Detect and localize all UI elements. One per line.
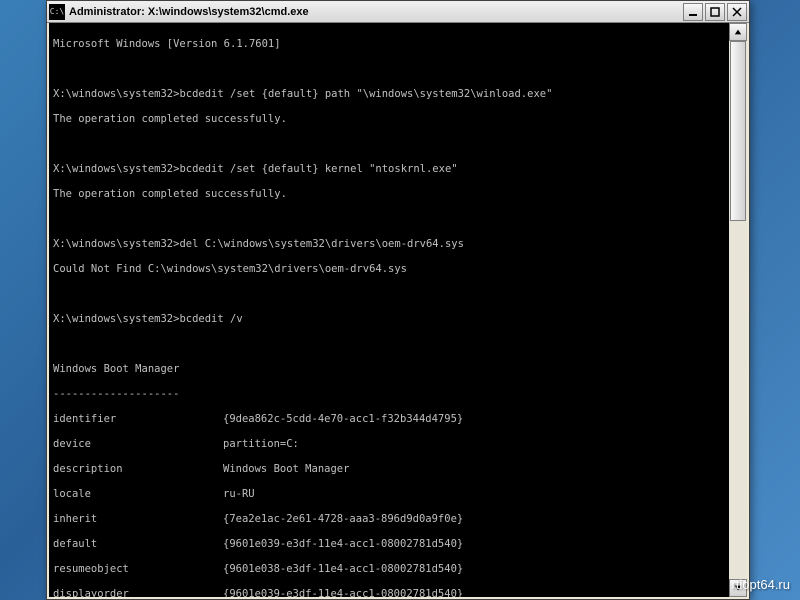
kv-value: Windows Boot Manager bbox=[223, 463, 349, 476]
blank-line bbox=[53, 338, 725, 351]
kv-key: device bbox=[53, 438, 223, 451]
watermark: rtiopt64.ru bbox=[731, 577, 790, 592]
prompt: X:\windows\system32> bbox=[53, 313, 179, 325]
kv-row: localeru-RU bbox=[53, 488, 725, 501]
close-button[interactable] bbox=[727, 3, 747, 21]
kv-key: description bbox=[53, 463, 223, 476]
kv-row: identifier{9dea862c-5cdd-4e70-acc1-f32b3… bbox=[53, 413, 725, 426]
minimize-icon bbox=[688, 7, 698, 17]
kv-key: displayorder bbox=[53, 588, 223, 598]
blank-line bbox=[53, 63, 725, 76]
command-line: X:\windows\system32>bcdedit /set {defaul… bbox=[53, 163, 725, 176]
chevron-up-icon bbox=[734, 28, 742, 36]
command-line: X:\windows\system32>bcdedit /set {defaul… bbox=[53, 88, 725, 101]
output-line: The operation completed successfully. bbox=[53, 113, 725, 126]
kv-value: {9dea862c-5cdd-4e70-acc1-f32b344d4795} bbox=[223, 413, 463, 426]
scroll-up-button[interactable] bbox=[729, 23, 747, 41]
close-icon bbox=[732, 7, 742, 17]
section-title: Windows Boot Manager bbox=[53, 363, 725, 376]
maximize-button[interactable] bbox=[705, 3, 725, 21]
blank-line bbox=[53, 138, 725, 151]
kv-row: default{9601e039-e3df-11e4-acc1-08002781… bbox=[53, 538, 725, 551]
kv-row: displayorder{9601e039-e3df-11e4-acc1-080… bbox=[53, 588, 725, 598]
command-text: del C:\windows\system32\drivers\oem-drv6… bbox=[179, 238, 463, 250]
kv-value: {9601e039-e3df-11e4-acc1-08002781d540} bbox=[223, 538, 463, 551]
kv-key: default bbox=[53, 538, 223, 551]
kv-row: descriptionWindows Boot Manager bbox=[53, 463, 725, 476]
prompt: X:\windows\system32> bbox=[53, 238, 179, 250]
version-line: Microsoft Windows [Version 6.1.7601] bbox=[53, 38, 725, 51]
cmd-window: C:\ Administrator: X:\windows\system32\c… bbox=[46, 0, 750, 600]
kv-key: inherit bbox=[53, 513, 223, 526]
kv-key: locale bbox=[53, 488, 223, 501]
blank-line bbox=[53, 213, 725, 226]
kv-value: {9601e039-e3df-11e4-acc1-08002781d540} bbox=[223, 588, 463, 598]
window-controls bbox=[683, 3, 747, 21]
kv-key: identifier bbox=[53, 413, 223, 426]
prompt: X:\windows\system32> bbox=[53, 163, 179, 175]
command-text: bcdedit /v bbox=[179, 313, 242, 325]
output-line: The operation completed successfully. bbox=[53, 188, 725, 201]
kv-value: {7ea2e1ac-2e61-4728-aaa3-896d9d0a9f0e} bbox=[223, 513, 463, 526]
window-title: Administrator: X:\windows\system32\cmd.e… bbox=[69, 6, 683, 18]
kv-row: resumeobject{9601e038-e3df-11e4-acc1-080… bbox=[53, 563, 725, 576]
command-text: bcdedit /set {default} kernel "ntoskrnl.… bbox=[179, 163, 457, 175]
kv-row: devicepartition=C: bbox=[53, 438, 725, 451]
kv-value: {9601e038-e3df-11e4-acc1-08002781d540} bbox=[223, 563, 463, 576]
maximize-icon bbox=[710, 7, 720, 17]
kv-row: inherit{7ea2e1ac-2e61-4728-aaa3-896d9d0a… bbox=[53, 513, 725, 526]
command-line: X:\windows\system32>bcdedit /v bbox=[53, 313, 725, 326]
prompt: X:\windows\system32> bbox=[53, 88, 179, 100]
scroll-thumb[interactable] bbox=[730, 41, 746, 221]
kv-value: ru-RU bbox=[223, 488, 255, 501]
output-line: Could Not Find C:\windows\system32\drive… bbox=[53, 263, 725, 276]
command-text: bcdedit /set {default} path "\windows\sy… bbox=[179, 88, 552, 100]
section-divider: -------------------- bbox=[53, 388, 725, 401]
titlebar[interactable]: C:\ Administrator: X:\windows\system32\c… bbox=[47, 1, 749, 23]
command-line: X:\windows\system32>del C:\windows\syste… bbox=[53, 238, 725, 251]
terminal[interactable]: Microsoft Windows [Version 6.1.7601] X:\… bbox=[49, 23, 747, 597]
scrollbar[interactable] bbox=[729, 23, 747, 597]
kv-value: partition=C: bbox=[223, 438, 299, 451]
terminal-output: Microsoft Windows [Version 6.1.7601] X:\… bbox=[49, 23, 729, 597]
kv-key: resumeobject bbox=[53, 563, 223, 576]
cmd-icon: C:\ bbox=[49, 4, 65, 20]
minimize-button[interactable] bbox=[683, 3, 703, 21]
scroll-track[interactable] bbox=[729, 41, 747, 579]
blank-line bbox=[53, 288, 725, 301]
